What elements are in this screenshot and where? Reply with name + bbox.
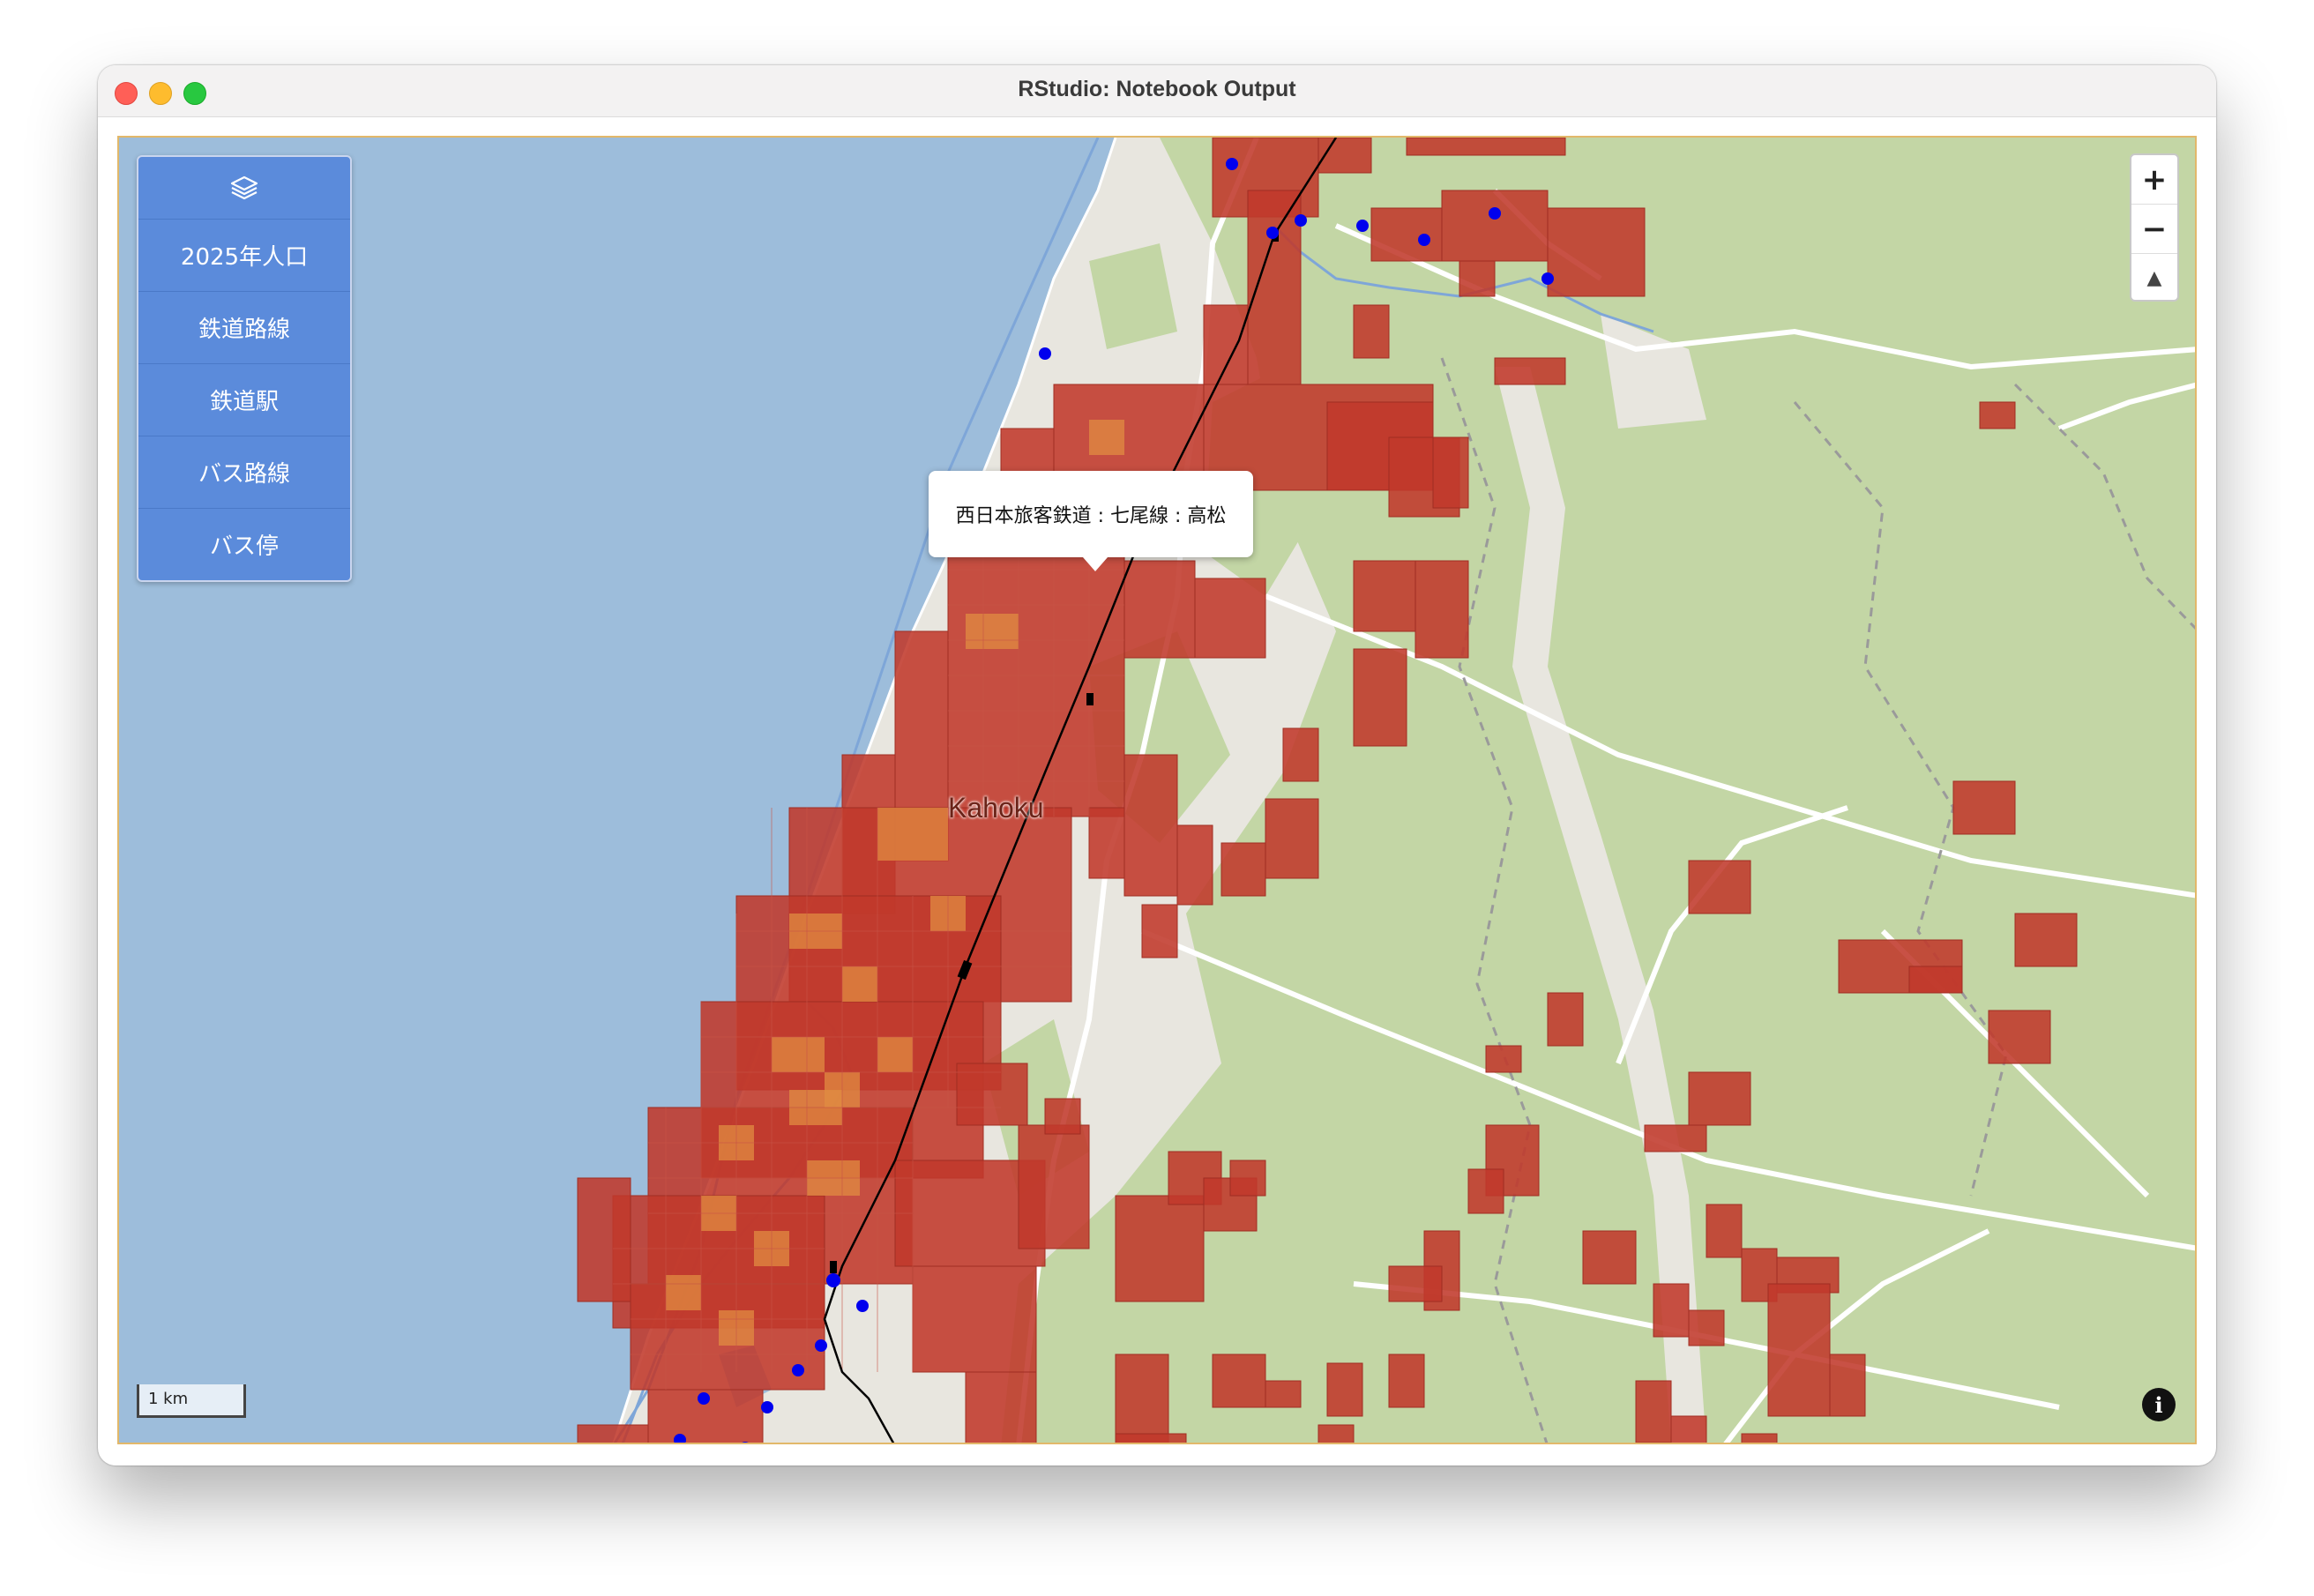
station-popup: 西日本旅客鉄道 : 七尾線 : 高松 [929, 471, 1253, 557]
layer-control-header[interactable] [138, 157, 350, 220]
layer-item-population-2025[interactable]: 2025年人口 [138, 220, 350, 292]
layer-item-bus-routes[interactable]: バス路線 [138, 436, 350, 509]
layer-control[interactable]: 2025年人口 鉄道路線 鉄道駅 バス路線 バス停 [137, 155, 352, 582]
zoom-out-button[interactable]: − [2131, 205, 2177, 254]
map-view[interactable]: Kahoku 西日本旅客鉄道 : 七尾線 : 高松 2025年人口 鉄道路線 鉄… [117, 136, 2197, 1444]
layers-icon [230, 175, 258, 200]
popup-text: 西日本旅客鉄道 : 七尾線 : 高松 [955, 505, 1227, 527]
layer-item-bus-stops[interactable]: バス停 [138, 509, 350, 580]
popup-tip [1083, 557, 1108, 571]
layer-item-railway-lines[interactable]: 鉄道路線 [138, 292, 350, 364]
scale-bar: 1 km [137, 1384, 246, 1418]
map-tiles [119, 138, 2195, 1443]
zoom-control: + − ▲ [2130, 153, 2179, 302]
info-icon: i [2154, 1391, 2163, 1418]
place-label: Kahoku [948, 792, 1044, 824]
reset-north-button[interactable]: ▲ [2131, 254, 2177, 302]
attribution-info-button[interactable]: i [2142, 1388, 2176, 1421]
layer-item-railway-stations[interactable]: 鉄道駅 [138, 364, 350, 436]
app-window: RStudio: Notebook Output Kahoku 西日本旅客鉄道 … [98, 65, 2216, 1465]
window-title: RStudio: Notebook Output [1018, 77, 1296, 101]
compass-icon: ▲ [2146, 267, 2162, 289]
title-bar: RStudio: Notebook Output [98, 65, 2216, 117]
zoom-in-button[interactable]: + [2131, 155, 2177, 205]
